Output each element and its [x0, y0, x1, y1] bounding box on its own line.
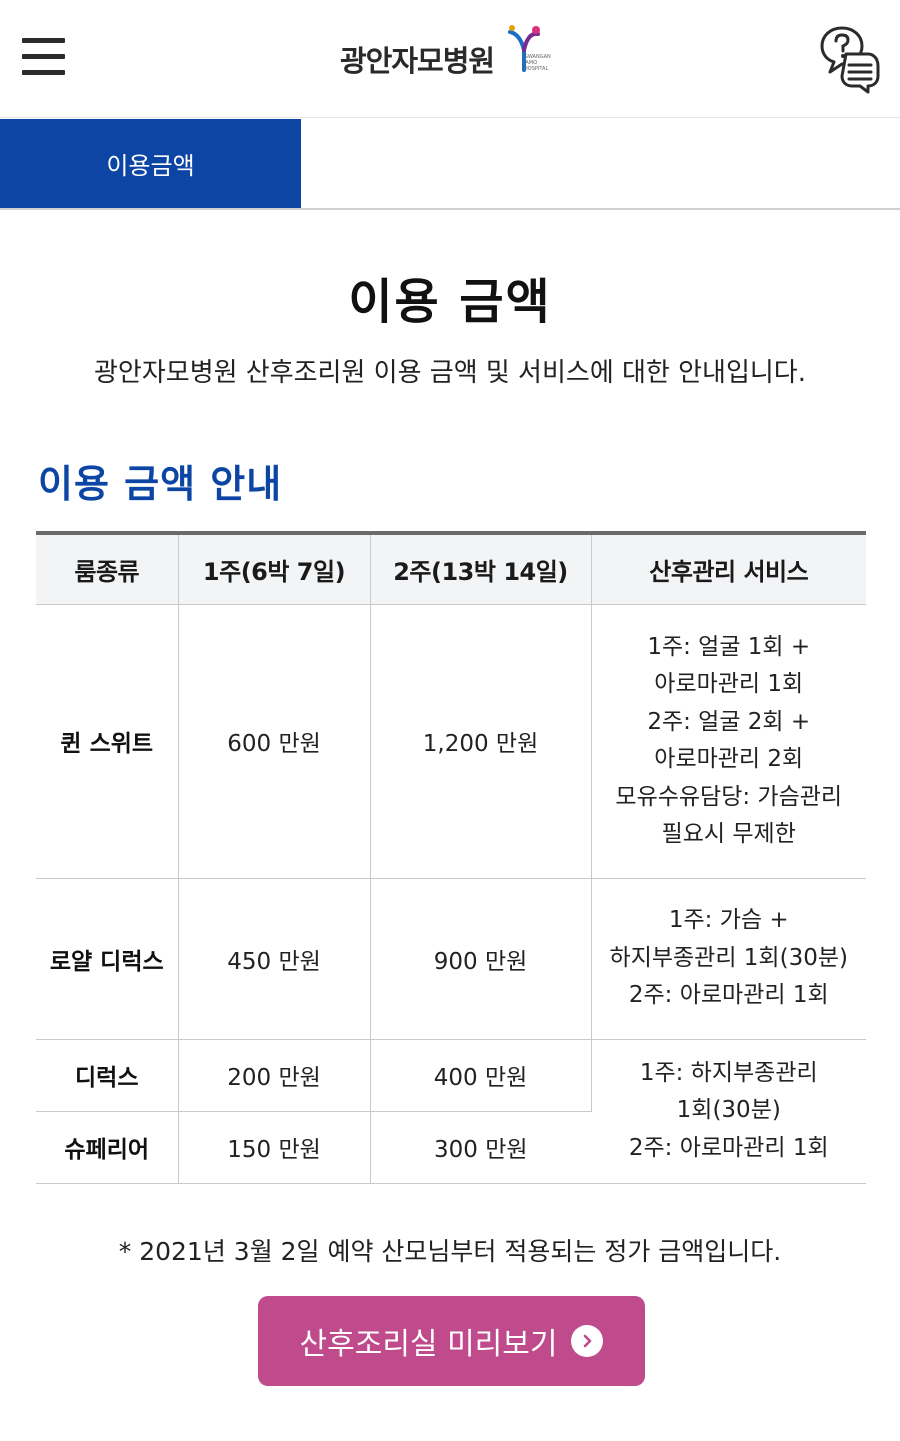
logo-subtext: GWANGAN JAMO HOSPITAL — [524, 54, 551, 72]
service-cell: 1주: 하지부종관리 1회(30분) 2주: 아로마관리 1회 — [591, 1039, 866, 1184]
room-name: 로얄 디럭스 — [36, 878, 179, 1040]
page-description: 광안자모병원 산후조리원 이용 금액 및 서비스에 대한 안내입니다. — [94, 358, 806, 388]
chevron-right-icon — [571, 1325, 604, 1357]
room-name: 디럭스 — [36, 1039, 179, 1112]
section-title: 이용 금액 안내 — [38, 462, 283, 506]
room-name: 퀸 스위트 — [36, 604, 179, 879]
room-preview-button[interactable]: 산후조리실 미리보기 — [258, 1296, 645, 1386]
table-row: 디럭스 200 만원 400 만원 1주: 하지부종관리 1회(30분) 2주:… — [36, 1039, 866, 1184]
header-one-week: 1주(6박 7일) — [178, 533, 371, 605]
price-table: 룸종류 1주(6박 7일) 2주(13박 14일) 산후관리 서비스 퀸 스위트… — [36, 531, 866, 1184]
price-two-weeks: 300 만원 — [370, 1111, 591, 1184]
table-row: 퀸 스위트 600 만원 1,200 만원 1주: 얼굴 1회 + 아로마관리 … — [36, 604, 866, 879]
service-cell: 1주: 얼굴 1회 + 아로마관리 1회 2주: 얼굴 2회 + 아로마관리 2… — [591, 604, 866, 879]
tab-pricing[interactable]: 이용금액 — [0, 119, 301, 208]
room-name: 슈페리어 — [36, 1111, 179, 1184]
price-one-week: 450 만원 — [178, 878, 371, 1040]
sub-nav-tabs: 이용금액 — [0, 119, 900, 210]
header-postpartum-service: 산후관리 서비스 — [591, 533, 866, 605]
price-one-week: 200 만원 — [178, 1039, 371, 1112]
hospital-logo[interactable]: 광안자모병원 GWANGAN JAMO HOSPITAL — [340, 24, 570, 84]
header-two-weeks: 2주(13박 14일) — [370, 533, 592, 605]
service-cell: 1주: 가슴 + 하지부종관리 1회(30분) 2주: 아로마관리 1회 — [591, 878, 866, 1040]
price-one-week: 600 만원 — [178, 604, 371, 879]
price-one-week: 150 만원 — [178, 1111, 371, 1184]
room-preview-label: 산후조리실 미리보기 — [299, 1327, 558, 1362]
table-header-row: 룸종류 1주(6박 7일) 2주(13박 14일) 산후관리 서비스 — [36, 533, 866, 605]
price-two-weeks: 900 만원 — [370, 878, 592, 1040]
consult-chat-icon[interactable] — [818, 24, 882, 94]
table-row: 로얄 디럭스 450 만원 900 만원 1주: 가슴 + 하지부종관리 1회(… — [36, 878, 866, 1040]
price-notice: * 2021년 3월 2일 예약 산모님부터 적용되는 정가 금액입니다. — [118, 1237, 782, 1266]
header-room-type: 룸종류 — [36, 533, 179, 605]
menu-icon[interactable] — [22, 38, 66, 78]
app-header: 광안자모병원 GWANGAN JAMO HOSPITAL — [0, 0, 900, 118]
logo-text: 광안자모병원 — [340, 44, 495, 78]
price-two-weeks: 1,200 만원 — [370, 604, 592, 879]
price-two-weeks: 400 만원 — [370, 1039, 592, 1112]
page-title: 이용 금액 — [348, 274, 552, 330]
